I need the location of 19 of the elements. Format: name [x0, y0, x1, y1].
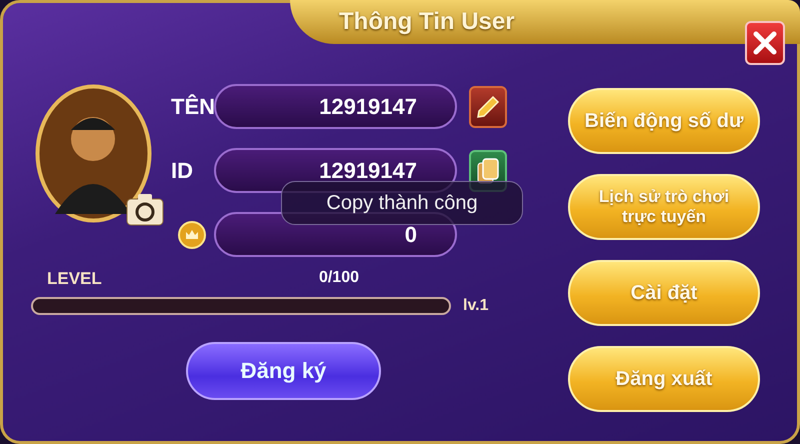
- dialog-title: Thông Tin User: [338, 8, 516, 36]
- field-label: TÊN: [170, 94, 215, 120]
- camera-icon[interactable]: [126, 192, 164, 226]
- register-button[interactable]: Đăng ký: [186, 342, 381, 400]
- menu-button[interactable]: Biến động số dư: [568, 88, 760, 154]
- value-field: 12919147: [214, 84, 457, 129]
- level-rank: lv.1: [463, 297, 488, 315]
- menu-button[interactable]: Đăng xuất: [568, 346, 760, 412]
- menu-button[interactable]: Lịch sử trò chơi trực tuyến: [568, 174, 760, 240]
- toast-message: Copy thành công: [281, 181, 523, 225]
- menu-button[interactable]: Cài đặt: [568, 260, 760, 326]
- close-button[interactable]: [745, 21, 785, 65]
- edit-button[interactable]: [469, 86, 507, 128]
- level-label: LEVEL: [47, 269, 102, 289]
- crown-coin-icon: [178, 220, 206, 248]
- field-label: ID: [170, 158, 193, 184]
- avatar[interactable]: [35, 84, 152, 223]
- close-icon: [752, 30, 778, 56]
- pencil-icon: [475, 94, 501, 120]
